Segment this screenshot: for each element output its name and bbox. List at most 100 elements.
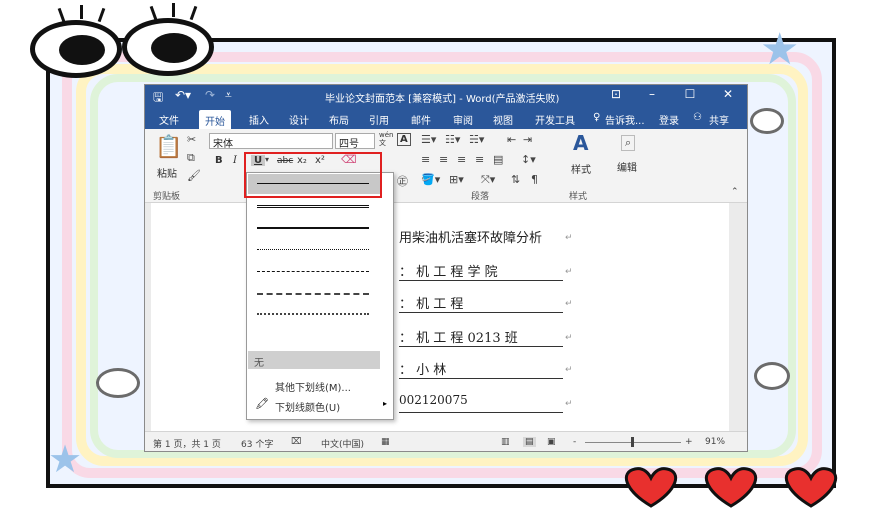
more-underlines-item[interactable]: 其他下划线(M)... bbox=[275, 379, 351, 394]
multilevel-icon[interactable]: ☵▾ bbox=[469, 133, 484, 146]
tab-developer[interactable]: 开发工具 bbox=[531, 111, 579, 128]
minimize-button[interactable]: – bbox=[641, 87, 663, 105]
align-right-icon[interactable]: ≡ bbox=[457, 153, 466, 166]
ribbon-display-button[interactable]: ⊡ bbox=[605, 87, 627, 105]
screenshot-stage: ★ ★ 🖫 ↶▾ ↷ ⩡ 毕业论文封面范本 [兼容模式] - Word(产品激活… bbox=[0, 0, 883, 518]
underline-none[interactable]: 无 bbox=[248, 351, 380, 369]
tab-review[interactable]: 审阅 bbox=[449, 111, 477, 128]
save-icon[interactable]: 🖫 bbox=[153, 88, 163, 109]
pupil bbox=[151, 33, 197, 63]
web-layout-icon[interactable]: ▣ bbox=[547, 437, 556, 447]
document-page[interactable]: 用柴油机活塞环故障分析 ： 机 工 程 学 院 ： 机 工 程 ： 机 工 程 … bbox=[151, 203, 729, 431]
paste-button[interactable]: 粘贴 bbox=[157, 165, 177, 180]
shading-icon[interactable]: 🪣▾ bbox=[421, 173, 440, 186]
group-label-styles: 样式 bbox=[569, 192, 588, 202]
doc-line-major: ： 机 工 程 bbox=[399, 293, 563, 313]
zoom-in-button[interactable]: + bbox=[685, 437, 693, 447]
cloud-decoration bbox=[754, 362, 790, 390]
borders-icon[interactable]: ⊞▾ bbox=[449, 173, 464, 186]
paste-icon[interactable]: 📋 bbox=[155, 135, 182, 160]
zoom-out-button[interactable]: - bbox=[573, 437, 576, 447]
page-count[interactable]: 第 1 页，共 1 页 bbox=[153, 437, 221, 450]
ribbon-tabs: 文件 开始 插入 设计 布局 引用 邮件 审阅 视图 开发工具 ♀ 告诉我...… bbox=[145, 107, 747, 129]
cartoon-eye-right bbox=[122, 18, 214, 76]
tab-references[interactable]: 引用 bbox=[365, 111, 393, 128]
sort-icon[interactable]: ⇅ bbox=[511, 173, 520, 186]
increase-indent-icon[interactable]: ⇥ bbox=[523, 133, 532, 146]
underline-thick[interactable] bbox=[257, 227, 369, 229]
share-button[interactable]: 共享 bbox=[705, 111, 733, 128]
eyelash bbox=[57, 7, 66, 23]
enclose-char-icon[interactable]: ㊣ bbox=[397, 173, 408, 189]
word-count[interactable]: 63 个字 bbox=[241, 437, 273, 450]
group-label-paragraph: 段落 bbox=[471, 192, 490, 202]
justify-icon[interactable]: ≡ bbox=[475, 153, 484, 166]
tab-layout[interactable]: 布局 bbox=[325, 111, 353, 128]
bullets-icon[interactable]: ☰▾ bbox=[421, 133, 436, 146]
underline-dash-dot[interactable] bbox=[257, 293, 369, 295]
paragraph-mark-icon: ↵ bbox=[565, 299, 573, 309]
underline-color-item[interactable]: 下划线颜色(U) bbox=[275, 399, 340, 414]
phonetic-guide-button[interactable]: wén 文 bbox=[379, 131, 393, 147]
underline-dash-dot-dot[interactable] bbox=[257, 313, 369, 315]
login-link[interactable]: 登录 bbox=[655, 111, 683, 128]
editing-button[interactable]: 编辑 bbox=[617, 159, 637, 174]
underline-dropdown: 无 其他下划线(M)... 🖍 下划线颜色(U) ▸ bbox=[246, 172, 394, 420]
tab-file[interactable]: 文件 bbox=[155, 111, 183, 128]
align-center-icon[interactable]: ≡ bbox=[439, 153, 448, 166]
collapse-ribbon-icon[interactable]: ⌃ bbox=[731, 187, 739, 197]
show-marks-icon[interactable]: ¶ bbox=[531, 173, 538, 186]
cartoon-eye-left bbox=[30, 20, 122, 78]
cut-icon[interactable]: ✂ bbox=[187, 133, 196, 146]
styles-button[interactable]: 样式 bbox=[571, 161, 591, 176]
heart-icon bbox=[700, 466, 762, 508]
close-button[interactable]: ✕ bbox=[717, 87, 739, 105]
tab-insert[interactable]: 插入 bbox=[245, 111, 273, 128]
zoom-level[interactable]: 91% bbox=[705, 437, 725, 447]
format-painter-icon[interactable]: 🖌 bbox=[187, 169, 201, 182]
tab-mailings[interactable]: 邮件 bbox=[407, 111, 435, 128]
window-title: 毕业论文封面范本 [兼容模式] - Word(产品激活失败) bbox=[325, 94, 560, 105]
font-name-combo[interactable]: 宋体 bbox=[209, 133, 333, 150]
font-size-combo[interactable]: 四号 bbox=[335, 133, 375, 150]
chinese-layout-icon[interactable]: ⤧▾ bbox=[481, 173, 495, 187]
bold-button[interactable]: B bbox=[215, 155, 223, 166]
doc-line-college: ： 机 工 程 学 院 bbox=[399, 261, 563, 281]
print-layout-icon[interactable]: ▤ bbox=[523, 437, 536, 447]
undo-icon[interactable]: ↶▾ bbox=[175, 88, 191, 102]
word-window: 🖫 ↶▾ ↷ ⩡ 毕业论文封面范本 [兼容模式] - Word(产品激活失败) … bbox=[144, 84, 748, 452]
align-left-icon[interactable]: ≡ bbox=[421, 153, 430, 166]
decrease-indent-icon[interactable]: ⇤ bbox=[507, 133, 516, 146]
tell-me-box[interactable]: 告诉我... bbox=[601, 111, 649, 128]
distributed-icon[interactable]: ▤ bbox=[493, 153, 503, 166]
redo-icon[interactable]: ↷ bbox=[205, 88, 215, 102]
tab-home[interactable]: 开始 bbox=[199, 110, 231, 129]
eyelash bbox=[172, 3, 175, 17]
styles-icon[interactable]: A bbox=[573, 131, 588, 155]
italic-button[interactable]: I bbox=[233, 155, 237, 166]
copy-icon[interactable]: ⧉ bbox=[187, 151, 195, 165]
star-icon: ★ bbox=[48, 437, 83, 481]
line-spacing-icon[interactable]: ↕▾ bbox=[521, 153, 536, 166]
char-border-button[interactable]: A bbox=[397, 133, 411, 146]
underline-dotted[interactable] bbox=[257, 249, 369, 250]
underline-double[interactable] bbox=[257, 205, 369, 208]
doc-line-student-id: 002120075 bbox=[399, 393, 563, 413]
language-indicator[interactable]: 中文(中国) bbox=[321, 437, 364, 450]
proofing-icon[interactable]: ⌧ bbox=[291, 437, 301, 447]
read-mode-icon[interactable]: ▥ bbox=[501, 437, 510, 447]
title-bar: 🖫 ↶▾ ↷ ⩡ 毕业论文封面范本 [兼容模式] - Word(产品激活失败) … bbox=[145, 85, 747, 107]
customize-qat-icon[interactable]: ⩡ bbox=[225, 88, 232, 103]
cloud-decoration bbox=[750, 108, 784, 134]
macro-icon[interactable]: ▦ bbox=[381, 437, 390, 447]
tab-view[interactable]: 视图 bbox=[489, 111, 517, 128]
zoom-slider-thumb[interactable] bbox=[631, 437, 634, 447]
pupil bbox=[59, 35, 105, 65]
tab-design[interactable]: 设计 bbox=[285, 111, 313, 128]
maximize-button[interactable]: ☐ bbox=[679, 87, 701, 105]
search-icon[interactable]: ⌕ bbox=[621, 135, 636, 151]
numbering-icon[interactable]: ☷▾ bbox=[445, 133, 460, 146]
underline-dashed[interactable] bbox=[257, 271, 369, 272]
chevron-right-icon: ▸ bbox=[383, 399, 388, 408]
underline-wave[interactable] bbox=[257, 333, 369, 339]
